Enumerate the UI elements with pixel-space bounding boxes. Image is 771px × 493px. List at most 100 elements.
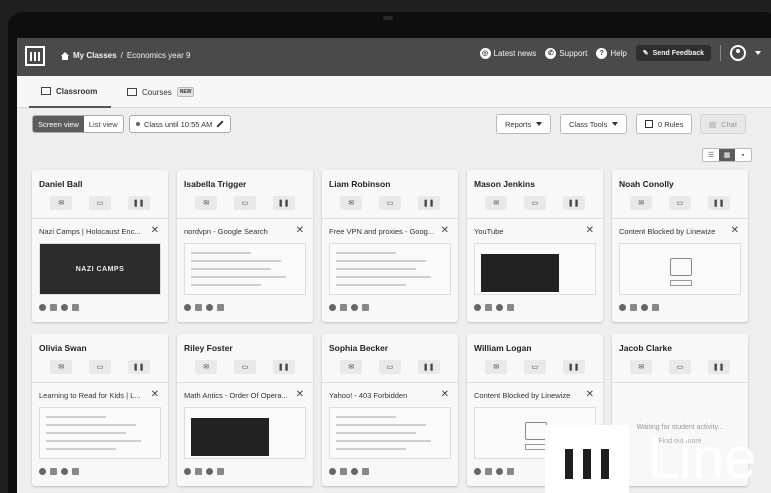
pause-button[interactable]: ❚❚ xyxy=(417,360,440,374)
breadcrumb-root[interactable]: My Classes xyxy=(73,51,117,60)
browser-tab-icon[interactable] xyxy=(351,304,358,311)
browser-tab-icon[interactable] xyxy=(641,304,648,311)
browser-tab-icon[interactable] xyxy=(630,304,637,311)
browser-tab-icon[interactable] xyxy=(329,468,336,475)
open-tab-button[interactable]: ▭ xyxy=(233,360,256,374)
screen-thumbnail[interactable] xyxy=(184,407,306,459)
browser-tab-icon[interactable] xyxy=(217,304,224,311)
tab-classroom[interactable]: Classroom xyxy=(29,76,112,108)
help-link[interactable]: ? Help xyxy=(596,47,627,59)
student-card[interactable]: Noah Conolly ✉ ▭ ❚❚ Content Blocked by Linew… xyxy=(612,170,748,322)
student-card[interactable]: Sophia Becker ✉ ▭ ❚❚ Yahoo! - 403 Forbidden ✕ xyxy=(322,334,458,486)
linewize-logo[interactable] xyxy=(25,46,45,66)
close-tab-icon[interactable]: ✕ xyxy=(586,225,594,236)
reports-dropdown[interactable]: Reports xyxy=(496,114,552,134)
open-tab-button[interactable]: ▭ xyxy=(668,360,691,374)
close-tab-icon[interactable]: ✕ xyxy=(586,389,594,400)
browser-tab-icon[interactable] xyxy=(195,304,202,311)
list-view-button[interactable]: List view xyxy=(83,116,123,132)
rules-button[interactable]: 0 Rules xyxy=(636,114,693,134)
home-icon[interactable] xyxy=(61,51,69,60)
browser-tab-icon[interactable] xyxy=(351,468,358,475)
browser-tab-icon[interactable] xyxy=(652,304,659,311)
browser-tab-icon[interactable] xyxy=(507,468,514,475)
send-feedback-button[interactable]: ✎ Send Feedback xyxy=(635,45,711,61)
browser-tab-icon[interactable] xyxy=(474,468,481,475)
pause-button[interactable]: ❚❚ xyxy=(562,196,585,210)
pause-button[interactable]: ❚❚ xyxy=(707,196,730,210)
screen-thumbnail[interactable] xyxy=(619,243,741,295)
browser-tab-icon[interactable] xyxy=(485,304,492,311)
avatar[interactable] xyxy=(730,45,746,61)
student-card[interactable]: Mason Jenkins ✉ ▭ ❚❚ YouTube ✕ xyxy=(467,170,603,322)
browser-tab-icon[interactable] xyxy=(72,468,79,475)
browser-tab-icon[interactable] xyxy=(496,468,503,475)
browser-tab-icon[interactable] xyxy=(206,304,213,311)
browser-tab-icon[interactable] xyxy=(50,304,57,311)
screen-thumbnail[interactable] xyxy=(184,243,306,295)
message-button[interactable]: ✉ xyxy=(50,196,73,210)
message-button[interactable]: ✉ xyxy=(630,196,653,210)
student-card[interactable]: Isabella Trigger ✉ ▭ ❚❚ nordvpn - Google Sea… xyxy=(177,170,313,322)
chevron-down-icon[interactable] xyxy=(755,51,761,55)
browser-tab-icon[interactable] xyxy=(496,304,503,311)
student-card[interactable]: Liam Robinson ✉ ▭ ❚❚ Free VPN and proxies - … xyxy=(322,170,458,322)
browser-tab-icon[interactable] xyxy=(474,304,481,311)
class-tools-dropdown[interactable]: Class Tools xyxy=(560,114,628,134)
close-tab-icon[interactable]: ✕ xyxy=(296,389,304,400)
student-card[interactable]: Jacob Clarke ✉ ▭ ❚❚ Waiting for student acti… xyxy=(612,334,748,486)
open-tab-button[interactable]: ▭ xyxy=(88,196,111,210)
pause-button[interactable]: ❚❚ xyxy=(417,196,440,210)
browser-tab-icon[interactable] xyxy=(50,468,57,475)
browser-tab-icon[interactable] xyxy=(329,304,336,311)
open-tab-button[interactable]: ▭ xyxy=(378,196,401,210)
message-button[interactable]: ✉ xyxy=(485,360,508,374)
find-out-more-link[interactable]: Find out more xyxy=(612,438,748,445)
pause-button[interactable]: ❚❚ xyxy=(707,360,730,374)
message-button[interactable]: ✉ xyxy=(50,360,73,374)
browser-tab-icon[interactable] xyxy=(72,304,79,311)
tab-courses[interactable]: Courses NEW xyxy=(127,76,195,108)
grid-layout-icon[interactable]: ▦ xyxy=(719,149,735,161)
pause-button[interactable]: ❚❚ xyxy=(127,360,150,374)
compact-grid-icon[interactable]: ▪ xyxy=(735,149,751,161)
pause-button[interactable]: ❚❚ xyxy=(272,196,295,210)
open-tab-button[interactable]: ▭ xyxy=(88,360,111,374)
browser-tab-icon[interactable] xyxy=(61,304,68,311)
browser-tab-icon[interactable] xyxy=(619,304,626,311)
browser-tab-icon[interactable] xyxy=(362,304,369,311)
pause-button[interactable]: ❚❚ xyxy=(127,196,150,210)
message-button[interactable]: ✉ xyxy=(195,196,218,210)
browser-tab-icon[interactable] xyxy=(217,468,224,475)
close-tab-icon[interactable]: ✕ xyxy=(731,225,739,236)
open-tab-button[interactable]: ▭ xyxy=(668,196,691,210)
close-tab-icon[interactable]: ✕ xyxy=(296,225,304,236)
student-card[interactable]: William Logan ✉ ▭ ❚❚ Content Blocked by Line… xyxy=(467,334,603,486)
open-tab-button[interactable]: ▭ xyxy=(523,196,546,210)
browser-tab-icon[interactable] xyxy=(485,468,492,475)
screen-thumbnail[interactable] xyxy=(329,407,451,459)
browser-tab-icon[interactable] xyxy=(39,468,46,475)
browser-tab-icon[interactable] xyxy=(507,304,514,311)
browser-tab-icon[interactable] xyxy=(184,304,191,311)
browser-tab-icon[interactable] xyxy=(39,304,46,311)
message-button[interactable]: ✉ xyxy=(195,360,218,374)
class-until-button[interactable]: Class until 10:55 AM xyxy=(129,115,232,133)
browser-tab-icon[interactable] xyxy=(362,468,369,475)
latest-news-link[interactable]: ◎ Latest news xyxy=(479,47,536,59)
message-button[interactable]: ✉ xyxy=(340,360,363,374)
screen-view-button[interactable]: Screen view xyxy=(33,116,84,132)
chat-button[interactable]: ▤ Chat xyxy=(700,114,746,134)
close-tab-icon[interactable]: ✕ xyxy=(441,389,449,400)
screen-thumbnail[interactable]: NAZI CAMPS xyxy=(39,243,161,295)
screen-thumbnail[interactable] xyxy=(329,243,451,295)
message-button[interactable]: ✉ xyxy=(630,360,653,374)
screen-thumbnail[interactable] xyxy=(39,407,161,459)
open-tab-button[interactable]: ▭ xyxy=(523,360,546,374)
pause-button[interactable]: ❚❚ xyxy=(272,360,295,374)
screen-thumbnail[interactable] xyxy=(474,243,596,295)
student-card[interactable]: Riley Foster ✉ ▭ ❚❚ Math Antics - Order Of O… xyxy=(177,334,313,486)
message-button[interactable]: ✉ xyxy=(340,196,363,210)
browser-tab-icon[interactable] xyxy=(184,468,191,475)
open-tab-button[interactable]: ▭ xyxy=(378,360,401,374)
